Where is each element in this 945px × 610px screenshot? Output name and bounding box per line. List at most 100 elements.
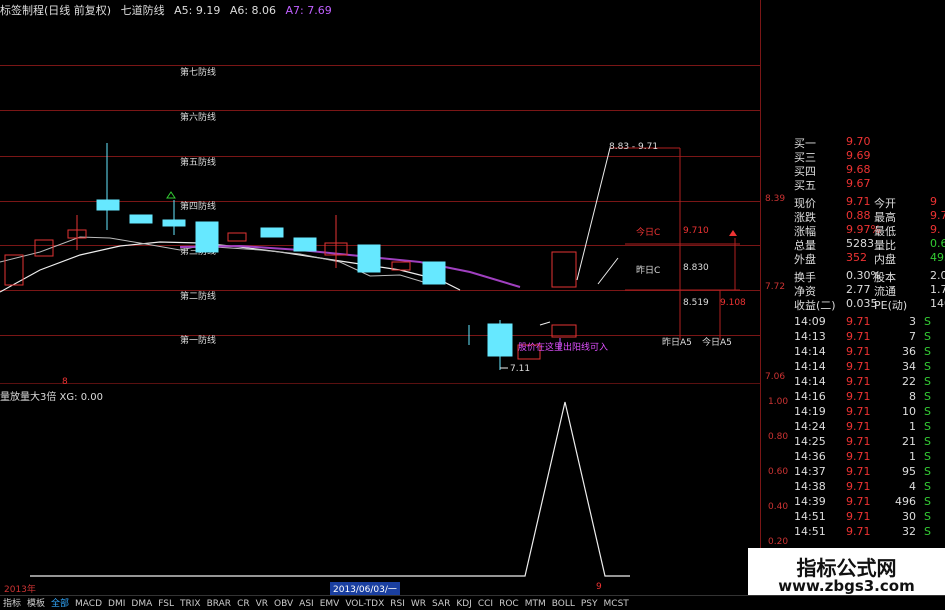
watermark: 指标公式网 www.zbgs3.com bbox=[748, 548, 945, 598]
rise-line bbox=[576, 147, 611, 281]
tab-vr[interactable]: VR bbox=[256, 599, 268, 609]
tick-row: 14:19 9.71 10 S bbox=[794, 405, 931, 418]
tick-row: 14:51 9.71 32 S bbox=[794, 525, 931, 538]
xg-signal-line bbox=[30, 401, 630, 577]
quote-row: 净资2.77流通1.76 bbox=[794, 283, 945, 298]
candles-svg bbox=[0, 143, 740, 370]
tick-row: 14:14 9.71 22 S bbox=[794, 375, 931, 388]
price-tick-mid: 7.72 bbox=[765, 282, 786, 292]
price-tick-bottom: 7.06 bbox=[765, 372, 786, 382]
sub-tick-3: 0.60 bbox=[768, 467, 789, 477]
candle bbox=[357, 244, 381, 273]
quote-row: 买一 9.70 bbox=[794, 135, 871, 150]
tab-cr[interactable]: CR bbox=[237, 599, 250, 609]
quote-row: 外盘352内盘493 bbox=[794, 251, 945, 266]
tick-row: 14:13 9.71 7 S bbox=[794, 330, 931, 343]
quote-row: 现价 9.71 今开 9 bbox=[794, 195, 937, 210]
quote-row: 买四 9.68 bbox=[794, 163, 871, 178]
indicator-panel[interactable]: 量放量大3倍 XG: 0.00 8 1.00 0.80 0.60 0.40 0.… bbox=[0, 377, 788, 580]
watermark-url: www.zbgs3.com bbox=[778, 577, 915, 595]
candle bbox=[293, 237, 317, 252]
tab-dmi[interactable]: DMI bbox=[108, 599, 125, 609]
tab-mcst[interactable]: MCST bbox=[604, 599, 629, 609]
candle bbox=[195, 221, 219, 253]
tick-row: 14:51 9.71 30 S bbox=[794, 510, 931, 523]
tab-rsi[interactable]: RSI bbox=[390, 599, 405, 609]
yest-c-label: 昨日C bbox=[636, 266, 661, 276]
buy-arrow-icon bbox=[166, 191, 176, 199]
tab-kdj[interactable]: KDJ bbox=[456, 599, 472, 609]
sub-tick-5: 0.20 bbox=[768, 537, 789, 547]
today-a5-label: 今日A5 bbox=[702, 338, 732, 348]
tab-vol-tdx[interactable]: VOL-TDX bbox=[345, 599, 384, 609]
tick-row: 14:16 9.71 8 S bbox=[794, 390, 931, 403]
candle bbox=[96, 199, 120, 211]
yest-c-value: 8.830 bbox=[683, 263, 709, 273]
price-axis-line bbox=[760, 0, 761, 590]
candle bbox=[422, 261, 446, 285]
tab-dma[interactable]: DMA bbox=[131, 599, 152, 609]
price-tick-top: 8.39 bbox=[765, 194, 786, 204]
date-bar: 2013年 2013/06/03/一 9 bbox=[0, 582, 760, 595]
link-line bbox=[539, 321, 551, 326]
tab-cci[interactable]: CCI bbox=[478, 599, 493, 609]
quote-row: 买三 9.69 bbox=[794, 149, 871, 164]
candle bbox=[551, 324, 577, 338]
tick-row: 14:14 9.71 34 S bbox=[794, 360, 931, 373]
range-label: 8.83 - 9.71 bbox=[609, 142, 659, 152]
up-arrow-icon bbox=[729, 230, 737, 236]
quote-row: 涨跌 0.88 最高 9.7 bbox=[794, 209, 945, 224]
quote-row: 收益(二)0.035PE(动)140 bbox=[794, 297, 945, 312]
tab-template[interactable]: 模板 bbox=[27, 596, 45, 609]
tick-row: 14:38 9.71 4 S bbox=[794, 480, 931, 493]
tab-emv[interactable]: EMV bbox=[320, 599, 340, 609]
rise-line bbox=[597, 257, 619, 285]
yest-a5-label: 昨日A5 bbox=[662, 338, 692, 348]
tab-indicator[interactable]: 指标 bbox=[3, 596, 21, 609]
val-8519: 8.519 bbox=[683, 298, 709, 308]
tab-mtm[interactable]: MTM bbox=[525, 599, 546, 609]
tick-row: 14:14 9.71 36 S bbox=[794, 345, 931, 358]
indicator-tabbar: 指标 模板 全部 MACD DMI DMA FSL TRIX BRAR CR VR OBV ASI EMV… bbox=[0, 595, 945, 610]
tick-row: 14:25 9.71 21 S bbox=[794, 435, 931, 448]
tick-row: 14:39 9.71 496 S bbox=[794, 495, 931, 508]
quote-row: 总量 5283 量比 0.6 bbox=[794, 237, 945, 252]
tab-obv[interactable]: OBV bbox=[274, 599, 293, 609]
tick-row: 14:36 9.71 1 S bbox=[794, 450, 931, 463]
low-value: 7.11 bbox=[510, 364, 531, 374]
tab-psy[interactable]: PSY bbox=[581, 599, 598, 609]
tab-brar[interactable]: BRAR bbox=[207, 599, 231, 609]
sub-tick-1: 1.00 bbox=[768, 397, 789, 407]
sub-tick-4: 0.40 bbox=[768, 502, 789, 512]
tick-row: 14:24 9.71 1 S bbox=[794, 420, 931, 433]
tab-trix[interactable]: TRIX bbox=[180, 599, 201, 609]
tab-sar[interactable]: SAR bbox=[432, 599, 450, 609]
tab-macd[interactable]: MACD bbox=[75, 599, 102, 609]
xg-signal-svg bbox=[30, 401, 630, 577]
val-9108: 9.108 bbox=[720, 298, 746, 308]
tab-wr[interactable]: WR bbox=[411, 599, 426, 609]
quote-row: 涨幅 9.97% 最低 9. bbox=[794, 223, 941, 238]
tab-asi[interactable]: ASI bbox=[299, 599, 314, 609]
tab-boll[interactable]: BOLL bbox=[552, 599, 575, 609]
tick-row: 14:37 9.71 95 S bbox=[794, 465, 931, 478]
today-c-label: 今日C bbox=[636, 228, 661, 238]
quote-row: 换手0.30%股本2.00 bbox=[794, 269, 945, 284]
tick-row: 14:09 9.71 3 S bbox=[794, 315, 931, 328]
price-panel[interactable]: 第七防线 第六防线 第五防线 第四防线 第三防线 第二防线 第一防线 bbox=[0, 0, 785, 590]
candle bbox=[260, 227, 284, 238]
candle bbox=[551, 251, 577, 288]
cursor-date: 2013/06/03/一 bbox=[330, 582, 400, 595]
candle bbox=[227, 232, 247, 242]
quote-row: 买五 9.67 bbox=[794, 177, 871, 192]
candle bbox=[162, 219, 186, 227]
buy-hint: 股价在这里出阳线可入 bbox=[518, 343, 609, 353]
year-label: 2013年 bbox=[4, 585, 36, 595]
sub-tick-2: 0.80 bbox=[768, 432, 789, 442]
ma-line-white bbox=[0, 241, 461, 293]
candle bbox=[129, 214, 153, 224]
tab-roc[interactable]: ROC bbox=[499, 599, 519, 609]
candle bbox=[487, 323, 513, 357]
tab-all[interactable]: 全部 bbox=[51, 596, 69, 609]
tab-fsl[interactable]: FSL bbox=[158, 599, 174, 609]
